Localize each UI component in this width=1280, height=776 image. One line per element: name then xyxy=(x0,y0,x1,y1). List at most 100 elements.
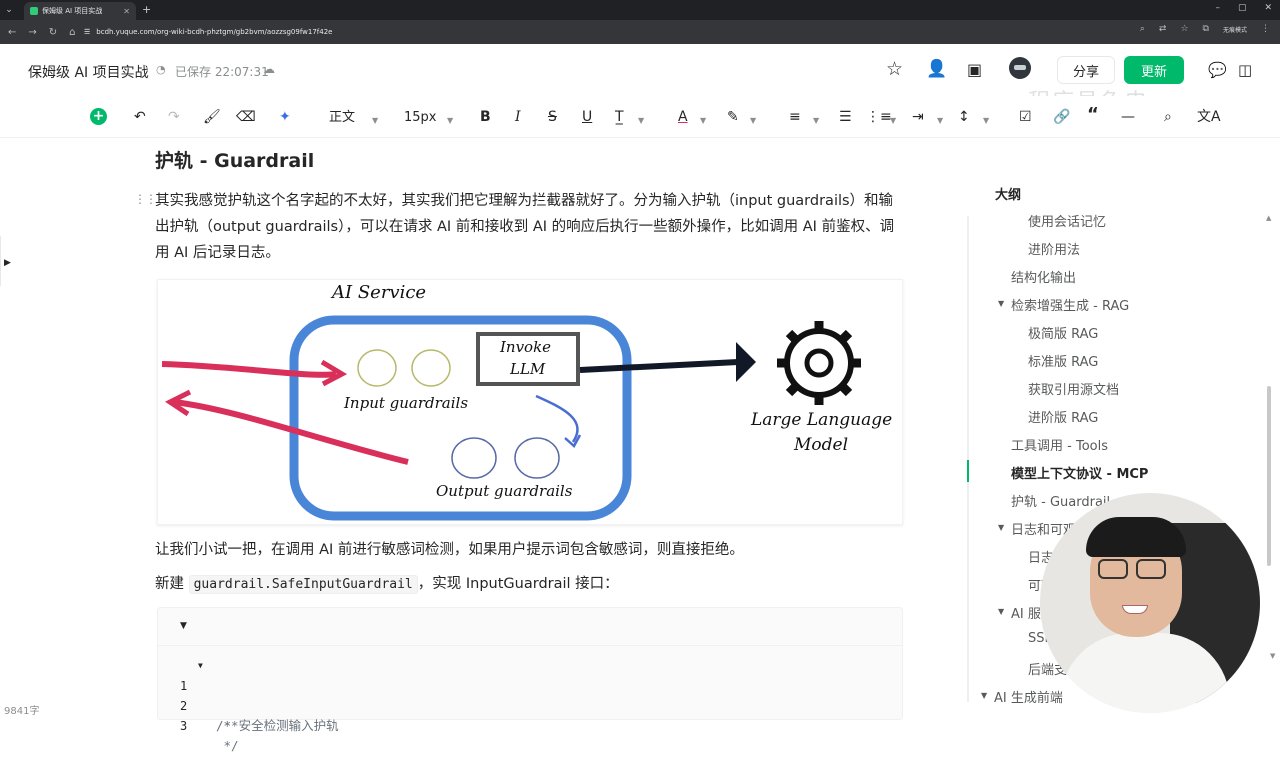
chevron-down-icon[interactable]: ▼ xyxy=(937,112,943,130)
bold-icon[interactable]: B xyxy=(480,108,491,126)
bookmark-star-icon[interactable]: ☆ xyxy=(1180,24,1188,34)
translate-icon[interactable]: ⇄ xyxy=(1159,24,1167,34)
font-size-select[interactable]: 15px xyxy=(404,109,437,127)
outline-item[interactable]: AI 生成前端 xyxy=(994,687,1063,706)
translate-tool-icon[interactable]: 文A xyxy=(1197,108,1221,126)
star-icon[interactable]: ☆ xyxy=(886,58,903,80)
avatar[interactable] xyxy=(1009,57,1031,79)
reload-icon[interactable]: ↻ xyxy=(49,27,57,38)
address-bar-row: ← → ↻ ⌂ ☰ bcdh.yuque.com/org-wiki-bcdh-p… xyxy=(0,20,1280,44)
present-icon[interactable]: ▣ xyxy=(967,60,982,79)
outline-scrollbar[interactable] xyxy=(1267,386,1271,566)
highlight-icon[interactable]: ✎ xyxy=(727,108,739,126)
section-heading: 护轨 - Guardrail xyxy=(155,150,315,172)
collapse-code-icon[interactable]: ▼ xyxy=(180,621,187,631)
checkbox-icon[interactable]: ☑ xyxy=(1019,108,1032,126)
outline-item[interactable]: 进阶用法 xyxy=(1028,239,1080,258)
scroll-up-icon[interactable]: ▲ xyxy=(1266,214,1271,222)
clear-format-icon[interactable]: ⌫ xyxy=(236,108,256,126)
new-tab-button[interactable]: + xyxy=(142,3,151,16)
extension-icon[interactable]: ⧉ xyxy=(1203,24,1209,34)
chevron-down-icon[interactable]: ▼ xyxy=(750,112,756,130)
site-info-icon[interactable]: ☰ xyxy=(84,28,90,36)
chevron-down-icon[interactable]: ▼ xyxy=(700,112,706,130)
outline-item-active[interactable]: 模型上下文协议 - MCP xyxy=(1011,463,1148,482)
code-line: 1 ▼ /** xyxy=(158,656,902,733)
insert-plus-icon[interactable]: + xyxy=(90,108,107,125)
try-paragraph[interactable]: 让我们小试一把，在调用 AI 前进行敏感词检测，如果用户提示词包含敏感词，则直接… xyxy=(155,537,905,563)
chevron-down-icon[interactable]: ▼ xyxy=(638,112,644,130)
indent-icon[interactable]: ⇥ xyxy=(912,108,924,126)
ai-writing-icon[interactable]: ✦ xyxy=(279,108,291,126)
add-collaborator-icon[interactable]: 👤 xyxy=(926,59,947,79)
outline-item[interactable]: 标准版 RAG xyxy=(1028,351,1098,370)
outline-item[interactable]: 工具调用 - Tools xyxy=(1011,435,1108,454)
outline-item[interactable]: 使用会话记忆 xyxy=(1028,211,1106,230)
redo-icon[interactable]: ↷ xyxy=(168,108,180,126)
sidebar-toggle-icon[interactable]: ◫ xyxy=(1238,61,1252,79)
maximize-icon[interactable]: ▢ xyxy=(1238,3,1247,13)
link-icon[interactable]: 🔗 xyxy=(1053,108,1070,126)
format-painter-icon[interactable]: 🖌 xyxy=(203,108,221,126)
chevron-down-icon[interactable]: ▼ xyxy=(372,112,378,130)
close-tab-icon[interactable]: ✕ xyxy=(123,7,130,16)
search-replace-icon[interactable]: ⌕ xyxy=(1164,108,1172,126)
strikethrough-icon[interactable]: S xyxy=(548,108,557,126)
scroll-down-icon[interactable]: ▼ xyxy=(1270,652,1275,660)
doc-title[interactable]: 保姆级 AI 项目实战 xyxy=(28,62,149,82)
word-count: 9841字 xyxy=(4,706,40,717)
close-window-icon[interactable]: ✕ xyxy=(1264,3,1272,13)
tab-search-icon[interactable]: ⌄ xyxy=(0,0,18,20)
left-gutter xyxy=(0,236,1,286)
code-block[interactable]: ▼ 1 ▼ /** 2 * 安全检测输入护轨 3 */ xyxy=(157,607,903,753)
expand-toc-icon[interactable]: ▶ xyxy=(4,258,11,268)
incognito-label[interactable]: 无痕模式 xyxy=(1223,25,1247,34)
more-text-format-icon[interactable]: T̲ xyxy=(615,108,624,126)
ordered-list-icon[interactable]: ⋮≡ xyxy=(866,108,892,126)
bullet-list-icon[interactable]: ☰ xyxy=(839,108,852,126)
chevron-down-icon[interactable]: ▼ xyxy=(813,112,819,130)
minimize-icon[interactable]: – xyxy=(1215,3,1220,13)
large-language-label: Large Language xyxy=(751,410,893,430)
chevron-down-icon[interactable]: ▼ xyxy=(998,523,1004,532)
home-icon[interactable]: ⌂ xyxy=(69,27,75,38)
zoom-icon[interactable]: ⌕ xyxy=(1140,24,1145,34)
url-field[interactable]: ☰ bcdh.yuque.com/org-wiki-bcdh-phztgm/gb… xyxy=(84,23,332,41)
outline-item[interactable]: 检索增强生成 - RAG xyxy=(1011,295,1129,314)
divider-icon[interactable]: — xyxy=(1121,108,1135,126)
paragraph-style-select[interactable]: 正文 xyxy=(329,109,355,127)
share-button[interactable]: 分享 xyxy=(1057,56,1115,84)
font-color-icon[interactable]: A xyxy=(678,108,688,126)
chevron-down-icon[interactable]: ▼ xyxy=(447,112,453,130)
chevron-down-icon[interactable]: ▼ xyxy=(983,112,989,130)
quote-icon[interactable]: “ xyxy=(1087,106,1099,124)
outline-item[interactable]: 结构化输出 xyxy=(1011,267,1076,286)
chevron-down-icon[interactable]: ▼ xyxy=(981,691,987,700)
intro-paragraph[interactable]: 其实我感觉护轨这个名字起的不太好，其实我们把它理解为拦截器就好了。分为输入护轨（… xyxy=(155,188,905,266)
outline-item[interactable]: 极简版 RAG xyxy=(1028,323,1098,342)
chevron-down-icon[interactable]: ▼ xyxy=(998,299,1004,308)
drag-handle-icon[interactable]: ⋮⋮ xyxy=(134,192,157,206)
back-icon[interactable]: ← xyxy=(8,27,16,38)
chevron-down-icon[interactable]: ▼ xyxy=(998,607,1004,616)
ai-service-label: AI Service xyxy=(332,282,427,303)
outline-item[interactable]: 获取引用源文档 xyxy=(1028,379,1119,398)
browser-tabbar: ⌄ 保姆级 AI 项目实战 ✕ + – ▢ ✕ xyxy=(0,0,1280,20)
code-line: 2 * 安全检测输入护轨 xyxy=(180,699,339,733)
forward-icon[interactable]: → xyxy=(28,27,36,38)
undo-icon[interactable]: ↶ xyxy=(134,108,146,126)
update-button[interactable]: 更新 xyxy=(1124,56,1184,84)
browser-menu-icon[interactable]: ⋮ xyxy=(1261,24,1270,34)
create-class-paragraph[interactable]: 新建 guardrail.SafeInputGuardrail ，实现 Input… xyxy=(155,571,905,598)
line-spacing-icon[interactable]: ↕ xyxy=(958,108,970,126)
input-guardrails-label: Input guardrails xyxy=(344,394,469,412)
browser-tab[interactable]: 保姆级 AI 项目实战 ✕ xyxy=(24,2,136,20)
document-header: 保姆级 AI 项目实战 ◔ 已保存 22:07:31 ☁ ☆ 👤 ▣ 分享 更新… xyxy=(0,44,1280,115)
comment-icon[interactable]: 💬 xyxy=(1208,61,1227,79)
fold-caret-icon[interactable]: ▼ xyxy=(198,656,203,676)
italic-icon[interactable]: I xyxy=(515,108,521,126)
align-icon[interactable]: ≡ xyxy=(789,108,801,126)
outline-item[interactable]: 进阶版 RAG xyxy=(1028,407,1098,426)
chevron-down-icon[interactable]: ▼ xyxy=(890,112,896,130)
underline-icon[interactable]: U xyxy=(582,108,592,126)
